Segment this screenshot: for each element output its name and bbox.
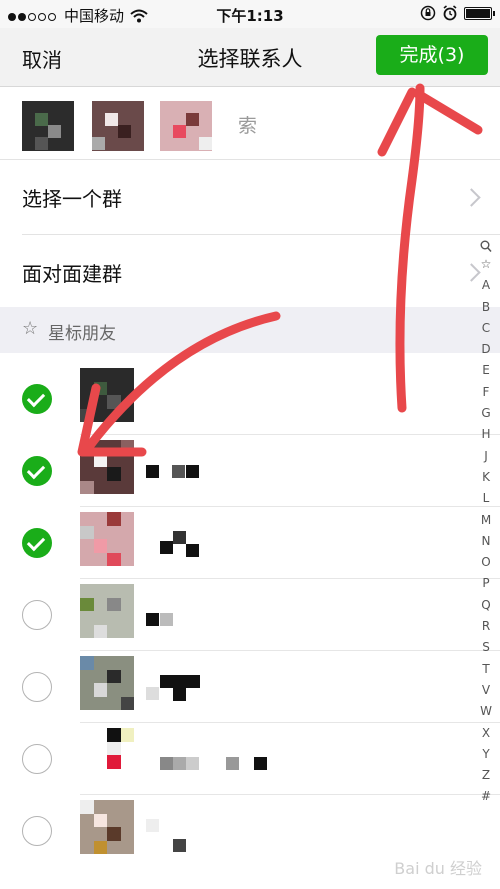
watermark-logo: Bai du 经验 (394, 859, 482, 878)
annotation-arrows (77, 83, 483, 457)
